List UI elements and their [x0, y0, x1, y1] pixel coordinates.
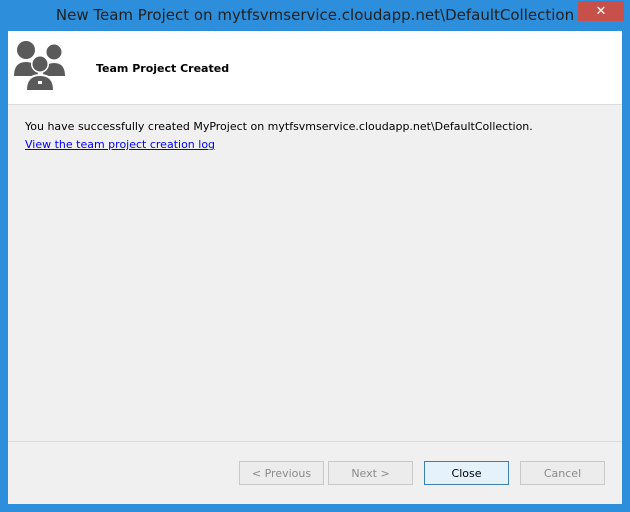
success-message: You have successfully created MyProject …	[25, 120, 533, 133]
creation-log-link[interactable]: View the team project creation log	[25, 138, 215, 151]
previous-button[interactable]: < Previous	[239, 461, 324, 485]
window-close-button[interactable]: ✕	[578, 1, 624, 21]
footer-divider	[8, 441, 622, 442]
window-title: New Team Project on mytfsvmservice.cloud…	[55, 6, 575, 24]
cancel-button[interactable]: Cancel	[520, 461, 605, 485]
next-button[interactable]: Next >	[328, 461, 413, 485]
dialog-client-area: Team Project Created You have successful…	[8, 31, 622, 504]
dialog-window: New Team Project on mytfsvmservice.cloud…	[0, 0, 630, 512]
close-button[interactable]: Close	[424, 461, 509, 485]
team-people-icon	[14, 41, 65, 90]
close-icon: ✕	[595, 3, 607, 19]
header-title: Team Project Created	[96, 62, 230, 75]
title-bar[interactable]: New Team Project on mytfsvmservice.cloud…	[0, 0, 630, 31]
wizard-header: Team Project Created	[8, 31, 622, 105]
